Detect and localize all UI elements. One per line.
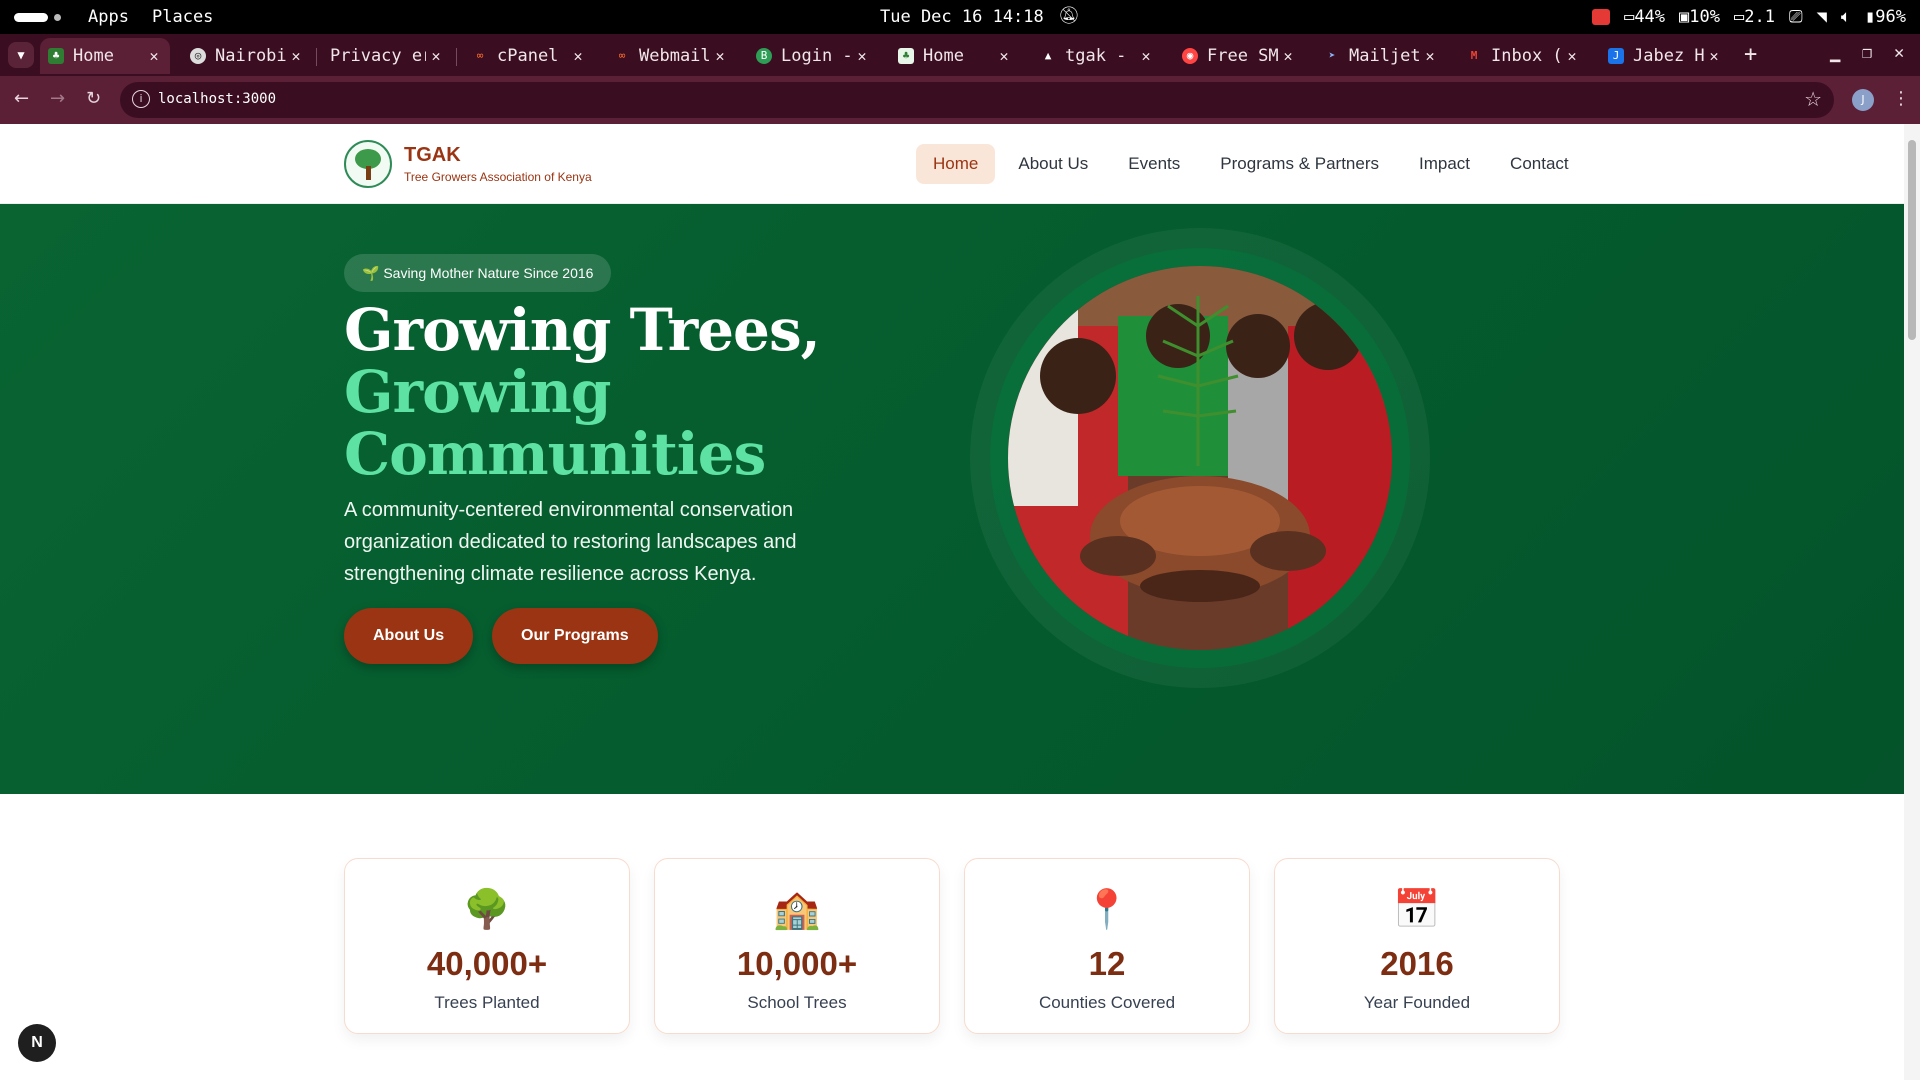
address-bar[interactable]: i localhost:3000 ☆ (120, 82, 1834, 118)
close-tab-icon[interactable]: ✕ (144, 47, 164, 65)
tab-5[interactable]: ∞ Webmail ✕ (606, 38, 736, 74)
browser-toolbar: ← → ↻ i localhost:3000 ☆ J ⋮ (0, 76, 1920, 124)
tree-icon: 🌳 (463, 887, 511, 931)
nav-events[interactable]: Events (1111, 144, 1197, 184)
close-tab-icon[interactable]: ✕ (994, 47, 1014, 65)
tab-12[interactable]: J Jabez H ✕ (1600, 38, 1730, 74)
battery-status[interactable]: ▮96% (1865, 7, 1906, 27)
places-menu[interactable]: Places (152, 7, 213, 27)
site-favicon-icon: ◎ (190, 48, 206, 64)
brand-subtitle: Tree Growers Association of Kenya (404, 170, 592, 184)
close-tab-icon[interactable]: ✕ (1278, 47, 1298, 65)
tab-search-icon[interactable]: ▼ (8, 42, 34, 68)
gmail-favicon-icon: M (1470, 49, 1478, 62)
nav-impact[interactable]: Impact (1402, 144, 1487, 184)
cpanel-favicon-icon: ∞ (476, 49, 484, 62)
calendar-icon: 📅 (1393, 887, 1441, 931)
profile-favicon-icon: J (1608, 48, 1624, 64)
close-tab-icon[interactable]: ✕ (286, 47, 306, 65)
tab-6[interactable]: B Login - ✕ (748, 38, 878, 74)
hero-section: 🌱 Saving Mother Nature Since 2016 Growin… (0, 204, 1904, 794)
clock[interactable]: Tue Dec 16 14:18 (880, 7, 1044, 27)
close-tab-icon[interactable]: ✕ (1704, 47, 1724, 65)
school-icon: 🏫 (773, 887, 821, 931)
hero-title: Growing Trees, Growing Communities (344, 296, 821, 488)
hero-badge: 🌱 Saving Mother Nature Since 2016 (344, 254, 612, 292)
close-tab-icon[interactable]: ✕ (1136, 47, 1156, 65)
stat-card-school-trees: 🏫 10,000+ School Trees (654, 858, 940, 1034)
tab-9[interactable]: ◉ Free SM ✕ (1174, 38, 1304, 74)
close-tab-icon[interactable]: ✕ (1562, 47, 1582, 65)
tgak-favicon-icon: ♣ (898, 48, 914, 64)
workspace-dot[interactable] (54, 14, 61, 21)
page-scrollbar[interactable] (1904, 124, 1920, 1080)
sms-favicon-icon: ◉ (1182, 48, 1198, 64)
about-us-button[interactable]: About Us (344, 608, 474, 664)
nextjs-dev-indicator[interactable]: N (18, 1024, 56, 1062)
mailjet-favicon-icon: ➤ (1328, 49, 1336, 62)
forward-icon[interactable]: → (50, 88, 65, 109)
restore-icon[interactable]: ❐ (1862, 43, 1872, 63)
volume-icon[interactable]: 🔈︎ (1841, 7, 1851, 27)
system-tray: ▭44% ▣10% ▭2.1 ⎚ ◥ 🔈︎ ▮96% (1592, 7, 1906, 27)
pin-icon: 📍 (1083, 887, 1131, 931)
screen-record-icon[interactable] (1592, 9, 1611, 25)
bookmark-star-icon[interactable]: ☆ (1804, 87, 1822, 111)
close-tab-icon[interactable]: ✕ (426, 47, 446, 65)
reload-icon[interactable]: ↻ (86, 88, 101, 109)
tab-3[interactable]: Privacy er ✕ (322, 38, 452, 74)
cpu-usage: ▭44% (1624, 7, 1666, 27)
tab-8[interactable]: ▲ tgak - ✕ (1032, 38, 1162, 74)
tab-2[interactable]: ◎ Nairobi ✕ (182, 38, 312, 74)
close-tab-icon[interactable]: ✕ (710, 47, 730, 65)
new-tab-icon[interactable]: + (1744, 42, 1757, 67)
scrollbar-thumb[interactable] (1908, 140, 1916, 340)
wifi-icon[interactable]: ◥ (1817, 7, 1827, 27)
apps-menu[interactable]: Apps (88, 7, 129, 27)
back-icon[interactable]: ← (14, 88, 29, 109)
tgak-logo-icon[interactable] (344, 140, 392, 188)
tab-7[interactable]: ♣ Home ✕ (890, 38, 1020, 74)
load-average: ▭2.1 (1734, 7, 1775, 27)
web-page: TGAK Tree Growers Association of Kenya H… (0, 124, 1904, 1080)
vercel-favicon-icon: ▲ (1044, 49, 1052, 62)
memory-usage: ▣10% (1679, 7, 1720, 27)
brand-name[interactable]: TGAK (404, 144, 461, 167)
close-tab-icon[interactable]: ✕ (852, 47, 872, 65)
close-window-icon[interactable]: ✕ (1894, 43, 1904, 63)
cast-icon[interactable]: ⎚ (1789, 7, 1803, 27)
tab-10[interactable]: ➤ Mailjet ✕ (1316, 38, 1446, 74)
url-text[interactable]: localhost:3000 (158, 91, 276, 107)
tgak-favicon-icon: ♣ (48, 48, 64, 64)
nav-about-us[interactable]: About Us (1001, 144, 1105, 184)
stat-card-trees-planted: 🌳 40,000+ Trees Planted (344, 858, 630, 1034)
tree-planting-photo (1008, 266, 1392, 650)
stat-card-year-founded: 📅 2016 Year Founded (1274, 858, 1560, 1034)
our-programs-button[interactable]: Our Programs (492, 608, 658, 664)
browser-menu-icon[interactable]: ⋮ (1892, 88, 1910, 109)
webmail-favicon-icon: ∞ (618, 49, 626, 62)
nav-home[interactable]: Home (916, 144, 996, 184)
hero-description: A community-centered environmental conse… (344, 499, 797, 585)
profile-avatar[interactable]: J (1852, 89, 1874, 111)
stat-card-counties-covered: 📍 12 Counties Covered (964, 858, 1250, 1034)
workspace-indicator[interactable] (14, 13, 48, 22)
main-nav: Home About Us Events Programs & Partners… (916, 144, 1586, 184)
close-tab-icon[interactable]: ✕ (568, 47, 588, 65)
minimize-icon[interactable]: ▁ (1830, 43, 1840, 63)
notifications-muted-icon[interactable]: 🔕︎ (1058, 6, 1080, 26)
tab-1[interactable]: ♣ Home ✕ (40, 38, 170, 74)
nav-contact[interactable]: Contact (1493, 144, 1586, 184)
site-header: TGAK Tree Growers Association of Kenya H… (0, 124, 1904, 204)
nav-programs-partners[interactable]: Programs & Partners (1203, 144, 1396, 184)
stats-section: 🌳 40,000+ Trees Planted 🏫 10,000+ School… (344, 858, 1560, 1036)
tab-4[interactable]: ∞ cPanel ✕ (464, 38, 594, 74)
tab-11[interactable]: M Inbox ( ✕ (1458, 38, 1588, 74)
browser-tab-strip: ▼ ♣ Home ✕ ◎ Nairobi ✕ Privacy er ✕ ∞ cP… (0, 34, 1920, 76)
os-top-bar: Apps Places Tue Dec 16 14:18 🔕︎ ▭44% ▣10… (0, 0, 1920, 34)
login-favicon-icon: B (756, 48, 772, 64)
close-tab-icon[interactable]: ✕ (1420, 47, 1440, 65)
site-info-icon[interactable]: i (132, 90, 150, 108)
